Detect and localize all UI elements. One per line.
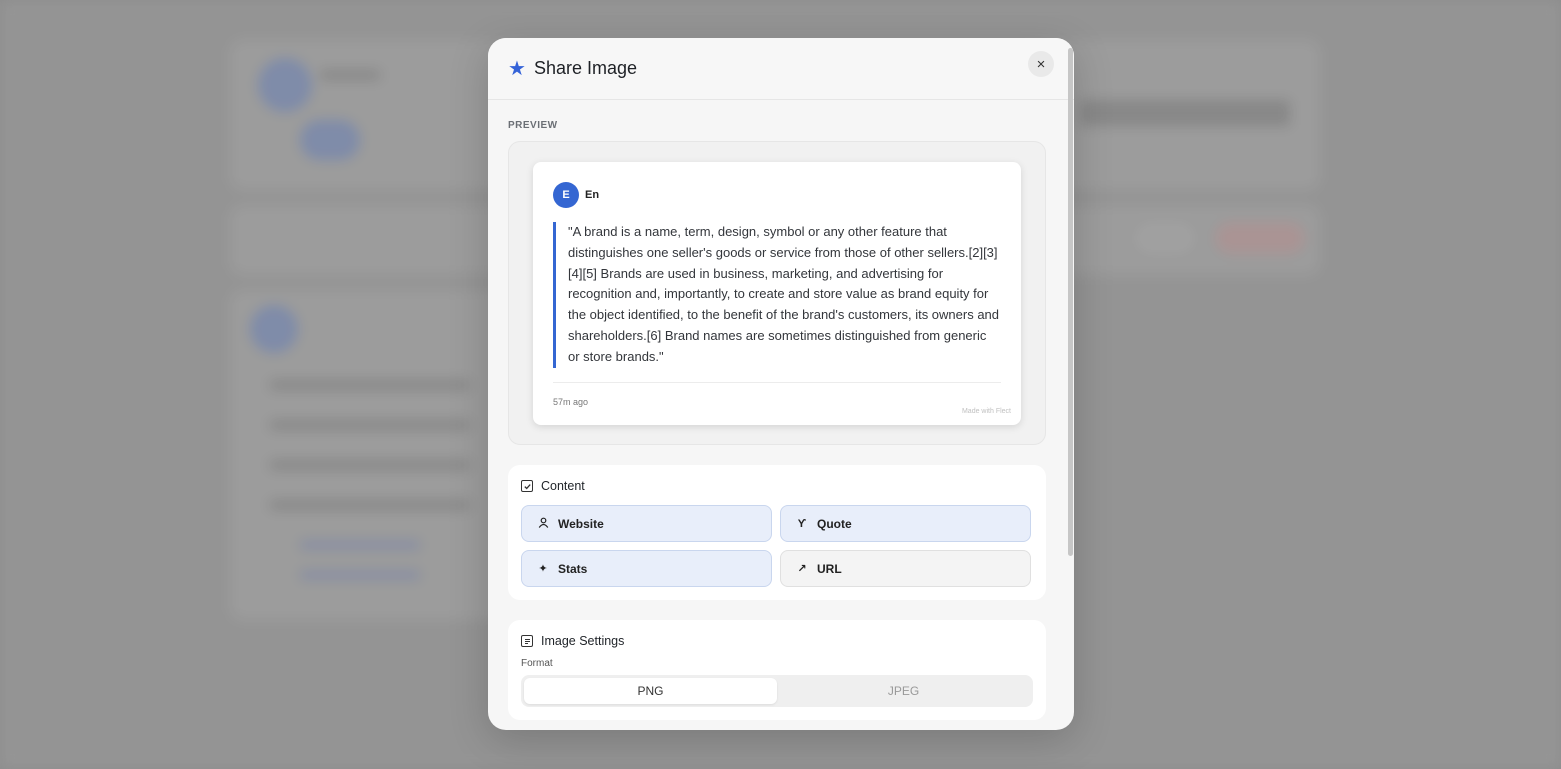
preview-label: PREVIEW bbox=[508, 120, 558, 131]
close-button[interactable]: × bbox=[1028, 51, 1054, 77]
modal-title: Share Image bbox=[533, 58, 637, 78]
option-website[interactable]: Website bbox=[521, 505, 772, 542]
author-name: En bbox=[585, 189, 600, 201]
modal-scrollbar[interactable] bbox=[1068, 48, 1073, 556]
document-icon bbox=[521, 635, 533, 647]
quote-text: "A brand is a name, term, design, symbol… bbox=[553, 222, 1001, 368]
timestamp: 57m ago bbox=[553, 396, 589, 407]
modal-header: ★ Share Image × bbox=[488, 38, 1074, 100]
content-title: Content bbox=[541, 479, 585, 493]
arrow-up-right-icon: ↗ bbox=[797, 563, 807, 575]
share-image-modal: ★ Share Image × PREVIEW E En "A brand is… bbox=[488, 38, 1074, 730]
format-jpeg-button[interactable]: JPEG bbox=[777, 678, 1030, 704]
person-icon bbox=[536, 517, 550, 531]
divider bbox=[553, 381, 1001, 383]
format-label: Format bbox=[521, 658, 553, 669]
avatar: E bbox=[553, 182, 579, 208]
content-panel: Content Website ϒ Quote ✦ Stats ↗ URL bbox=[508, 465, 1046, 600]
image-settings-title: Image Settings bbox=[541, 634, 625, 648]
format-png-button[interactable]: PNG bbox=[524, 678, 777, 704]
option-label: URL bbox=[817, 561, 842, 576]
close-icon: × bbox=[1036, 55, 1046, 73]
sparkle-icon: ✦ bbox=[538, 563, 548, 575]
checkbox-square-icon bbox=[521, 480, 533, 492]
option-label: Website bbox=[558, 516, 604, 531]
option-label: Quote bbox=[817, 516, 852, 531]
author-row: E En bbox=[553, 182, 1001, 208]
watermark: Made with Flect bbox=[961, 408, 1011, 415]
option-label: Stats bbox=[558, 561, 588, 576]
image-settings-panel: Image Settings Format PNG JPEG bbox=[508, 620, 1046, 720]
option-quote[interactable]: ϒ Quote bbox=[780, 505, 1031, 542]
quote-icon: ϒ bbox=[797, 517, 807, 530]
preview-card: E En "A brand is a name, term, design, s… bbox=[533, 162, 1021, 425]
option-url[interactable]: ↗ URL bbox=[780, 550, 1031, 587]
preview-area: E En "A brand is a name, term, design, s… bbox=[508, 141, 1046, 445]
option-stats[interactable]: ✦ Stats bbox=[521, 550, 772, 587]
star-icon: ★ bbox=[508, 57, 526, 80]
format-toggle: PNG JPEG bbox=[521, 675, 1033, 707]
